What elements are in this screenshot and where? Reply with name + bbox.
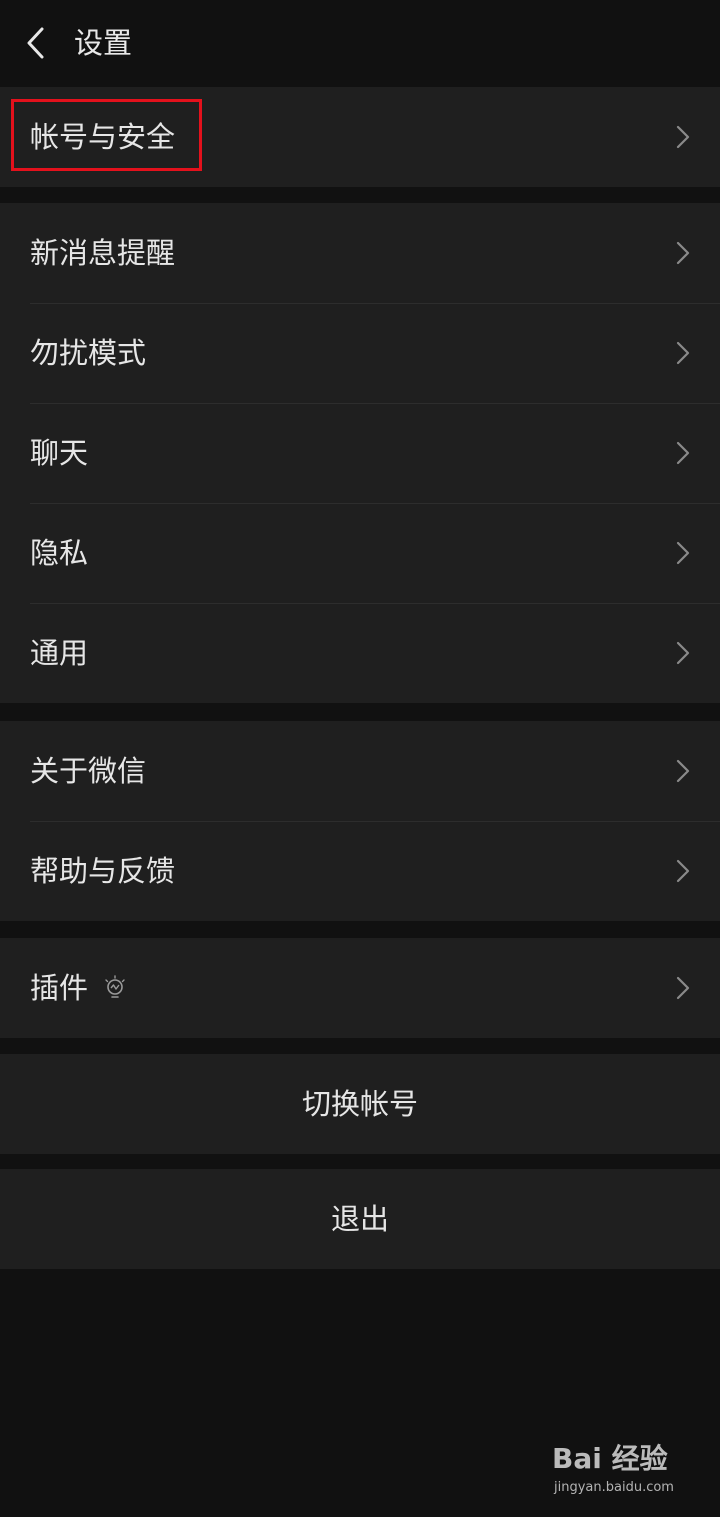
chevron-right-icon (676, 241, 690, 265)
settings-item-about-wechat[interactable]: 关于微信 (0, 721, 720, 821)
chevron-right-icon (676, 125, 690, 149)
watermark-logo: Bai 经验 (552, 1442, 668, 1475)
back-button[interactable] (14, 18, 60, 68)
chevron-right-icon (676, 759, 690, 783)
settings-item-label: 聊天 (30, 436, 89, 470)
settings-item-plugins[interactable]: 插件 (0, 938, 720, 1038)
settings-item-label: 隐私 (30, 536, 89, 570)
logout-button[interactable]: 退出 (0, 1169, 720, 1269)
settings-item-help-feedback[interactable]: 帮助与反馈 (0, 821, 720, 921)
settings-item-label: 帮助与反馈 (30, 854, 176, 888)
settings-group-about: 关于微信 帮助与反馈 (0, 721, 720, 921)
settings-item-chat[interactable]: 聊天 (0, 403, 720, 503)
settings-item-general[interactable]: 通用 (0, 603, 720, 703)
switch-account-button[interactable]: 切换帐号 (0, 1054, 720, 1154)
settings-item-do-not-disturb[interactable]: 勿扰模式 (0, 303, 720, 403)
chevron-right-icon (676, 441, 690, 465)
settings-group-main: 新消息提醒 勿扰模式 聊天 隐私 通用 (0, 203, 720, 703)
settings-group-account: 帐号与安全 (0, 87, 720, 187)
logout-label: 退出 (330, 1202, 389, 1236)
chevron-right-icon (676, 341, 690, 365)
lightbulb-icon (104, 975, 126, 1001)
settings-item-label: 通用 (30, 636, 89, 670)
nav-bar: 设置 (0, 0, 720, 86)
settings-item-privacy[interactable]: 隐私 (0, 503, 720, 603)
chevron-right-icon (676, 541, 690, 565)
page-title: 设置 (74, 26, 133, 60)
chevron-right-icon (676, 641, 690, 665)
baidu-jingyan-watermark: Bai 经验 jingyan.baidu.com (552, 1438, 692, 1504)
chevron-right-icon (676, 976, 690, 1000)
settings-item-label: 关于微信 (30, 754, 147, 788)
settings-item-label: 插件 (30, 971, 89, 1005)
settings-item-account-security[interactable]: 帐号与安全 (0, 87, 720, 187)
switch-account-label: 切换帐号 (301, 1087, 418, 1121)
settings-item-new-message-alerts[interactable]: 新消息提醒 (0, 203, 720, 303)
settings-item-label: 新消息提醒 (30, 236, 176, 270)
watermark-url: jingyan.baidu.com (554, 1480, 674, 1495)
settings-group-plugins: 插件 (0, 938, 720, 1038)
chevron-left-icon (14, 18, 60, 68)
settings-item-label: 勿扰模式 (30, 336, 147, 370)
settings-item-label: 帐号与安全 (30, 120, 176, 154)
chevron-right-icon (676, 859, 690, 883)
